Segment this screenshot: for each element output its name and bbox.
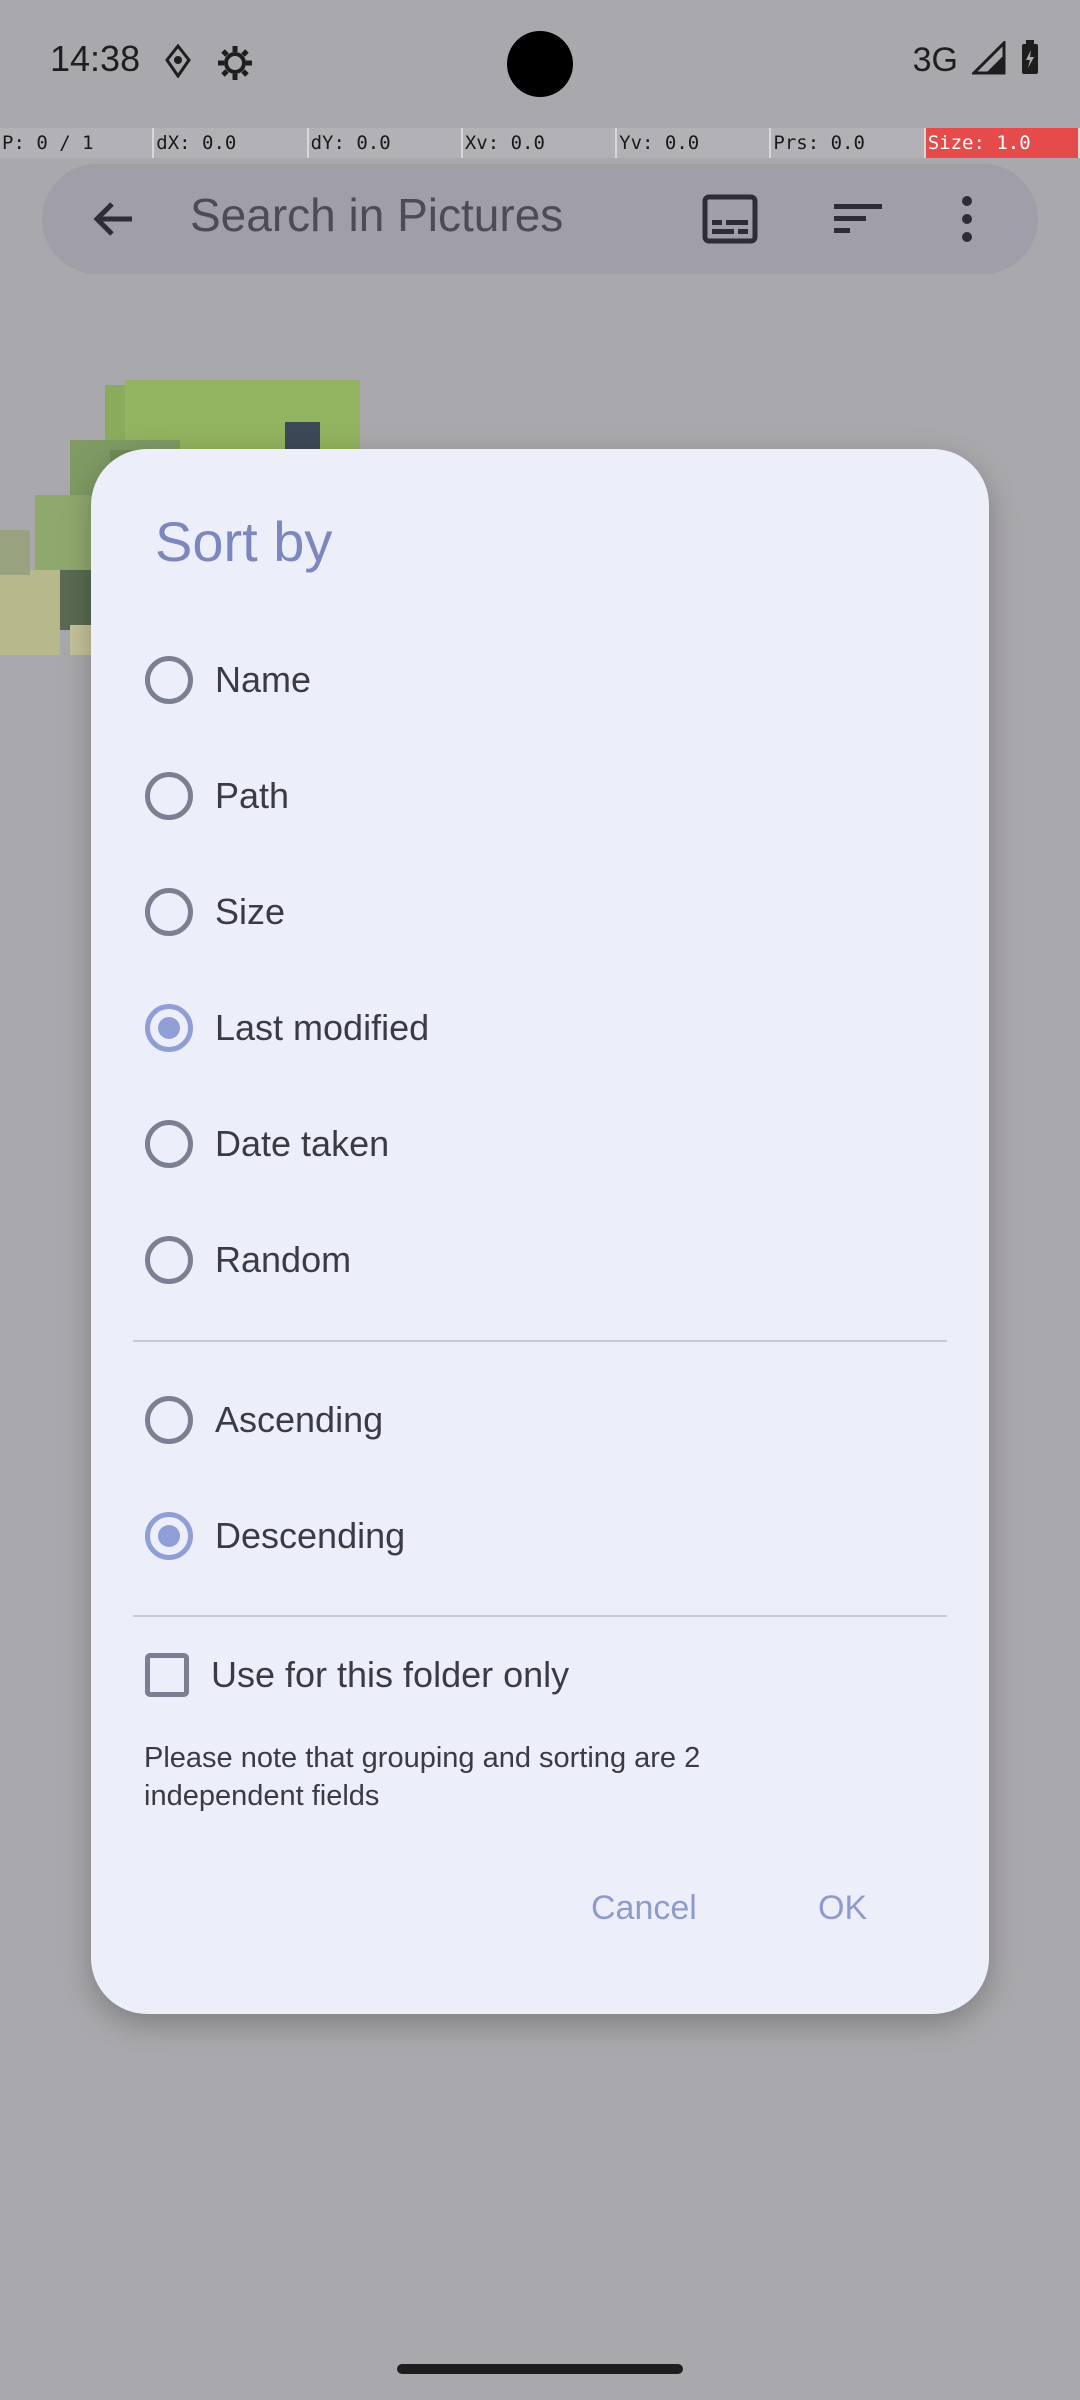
radio-button-selected[interactable] (145, 1004, 193, 1052)
settings-gear-icon (216, 44, 254, 87)
battery-icon (1020, 40, 1040, 81)
option-label: Path (215, 775, 290, 816)
search-bar: Search in Pictures (42, 164, 1038, 274)
back-arrow-icon[interactable] (88, 194, 138, 249)
option-label: Last modified (215, 1007, 430, 1048)
sort-option-size[interactable]: Size (145, 862, 945, 962)
option-label: Name (215, 659, 312, 700)
divider (133, 1340, 947, 1342)
checkbox[interactable] (145, 1653, 189, 1697)
option-label: Ascending (215, 1399, 384, 1440)
front-camera (507, 31, 573, 97)
status-bar: 14:38 3G (0, 0, 1080, 128)
radio-button[interactable] (145, 772, 193, 820)
option-label: Random (215, 1239, 352, 1280)
radio-button[interactable] (145, 1120, 193, 1168)
checkbox-label: Use for this folder only (211, 1654, 570, 1695)
sort-option-random[interactable]: Random (145, 1210, 945, 1310)
radio-button-selected[interactable] (145, 1512, 193, 1560)
radio-button[interactable] (145, 1396, 193, 1444)
folder-only-checkbox-row[interactable]: Use for this folder only (145, 1625, 945, 1725)
option-label: Size (215, 891, 286, 932)
cancel-button[interactable]: Cancel (591, 1889, 697, 1928)
dialog-title: Sort by (155, 510, 333, 573)
radio-button[interactable] (145, 1236, 193, 1284)
order-option-ascending[interactable]: Ascending (145, 1370, 945, 1470)
option-label: Descending (215, 1515, 406, 1556)
search-input[interactable]: Search in Pictures (190, 188, 563, 242)
more-options-icon[interactable] (960, 194, 974, 249)
sort-dialog: Sort by Name Path Size Last modified Dat… (91, 449, 989, 2014)
sort-icon[interactable] (832, 194, 884, 249)
debug-dy: dY: 0.0 (309, 128, 463, 158)
gesture-nav-handle[interactable] (397, 2364, 683, 2374)
status-right: 3G (912, 39, 1040, 81)
debug-prs: Prs: 0.0 (771, 128, 926, 158)
ok-button[interactable]: OK (818, 1889, 867, 1928)
pointer-debug-bar: P: 0 / 1 dX: 0.0 dY: 0.0 Xv: 0.0 Yv: 0.0… (0, 128, 1080, 158)
status-time: 14:38 (50, 38, 141, 79)
debug-pointer: P: 0 / 1 (0, 128, 155, 158)
sort-option-last-modified[interactable]: Last modified (145, 978, 945, 1078)
debug-xv: Xv: 0.0 (463, 128, 618, 158)
sorting-note: Please note that grouping and sorting ar… (144, 1742, 701, 1812)
sort-option-date-taken[interactable]: Date taken (145, 1094, 945, 1194)
sort-option-path[interactable]: Path (145, 746, 945, 846)
divider (133, 1615, 947, 1617)
network-type: 3G (912, 41, 958, 79)
option-label: Date taken (215, 1123, 390, 1164)
order-option-descending[interactable]: Descending (145, 1486, 945, 1586)
signal-icon (970, 39, 1006, 80)
debug-size: Size: 1.0 (925, 128, 1080, 158)
radio-button[interactable] (145, 656, 193, 704)
subtitles-icon[interactable] (702, 194, 758, 249)
debug-dx: dX: 0.0 (154, 128, 309, 158)
debug-yv: Yv: 0.0 (617, 128, 772, 158)
location-icon (165, 43, 191, 83)
sort-option-name[interactable]: Name (145, 630, 945, 730)
radio-button[interactable] (145, 888, 193, 936)
